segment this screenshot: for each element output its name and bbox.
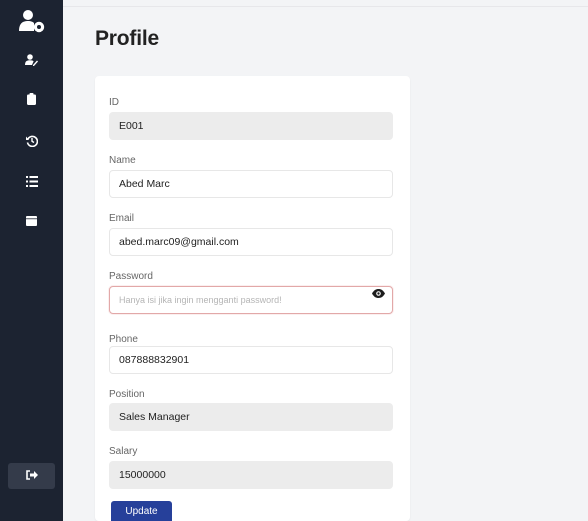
page-top-divider — [63, 6, 588, 7]
phone-value: 087888832901 — [119, 354, 190, 366]
id-field: E001 — [109, 112, 393, 140]
id-label: ID — [109, 97, 119, 108]
eye-icon[interactable] — [371, 287, 385, 299]
phone-field[interactable]: 087888832901 — [109, 346, 393, 374]
calendar-icon — [26, 213, 37, 231]
email-value: abed.marc09@gmail.com — [119, 236, 239, 248]
position-label: Position — [109, 389, 145, 400]
sidebar-item-calendar[interactable] — [0, 210, 63, 234]
logout-button[interactable] — [8, 463, 55, 489]
name-field[interactable]: Abed Marc — [109, 170, 393, 198]
clipboard-icon — [27, 92, 36, 110]
email-field[interactable]: abed.marc09@gmail.com — [109, 228, 393, 256]
id-value: E001 — [119, 120, 144, 132]
sidebar — [0, 0, 63, 521]
sidebar-item-user-edit[interactable] — [0, 50, 63, 74]
logout-icon — [25, 467, 38, 485]
user-edit-icon — [25, 53, 38, 71]
sidebar-item-list[interactable] — [0, 171, 63, 195]
history-icon — [25, 134, 38, 152]
password-label: Password — [109, 271, 153, 282]
sidebar-item-clipboard[interactable] — [0, 89, 63, 113]
name-value: Abed Marc — [119, 178, 170, 190]
password-field[interactable]: Hanya isi jika ingin mengganti password! — [109, 286, 393, 314]
profile-form: ID E001 Name Abed Marc Email abed.marc09… — [95, 76, 410, 521]
sidebar-item-history[interactable] — [0, 131, 63, 155]
list-icon — [25, 174, 38, 192]
user-gear-icon — [0, 6, 63, 36]
password-placeholder: Hanya isi jika ingin mengganti password! — [119, 295, 282, 305]
position-value: Sales Manager — [119, 411, 190, 423]
name-label: Name — [109, 155, 136, 166]
update-button[interactable]: Update — [111, 501, 172, 521]
salary-field: 15000000 — [109, 461, 393, 489]
position-field: Sales Manager — [109, 403, 393, 431]
salary-value: 15000000 — [119, 469, 166, 481]
page-title: Profile — [95, 27, 159, 50]
phone-label: Phone — [109, 334, 138, 345]
salary-label: Salary — [109, 446, 138, 457]
email-label: Email — [109, 213, 135, 224]
